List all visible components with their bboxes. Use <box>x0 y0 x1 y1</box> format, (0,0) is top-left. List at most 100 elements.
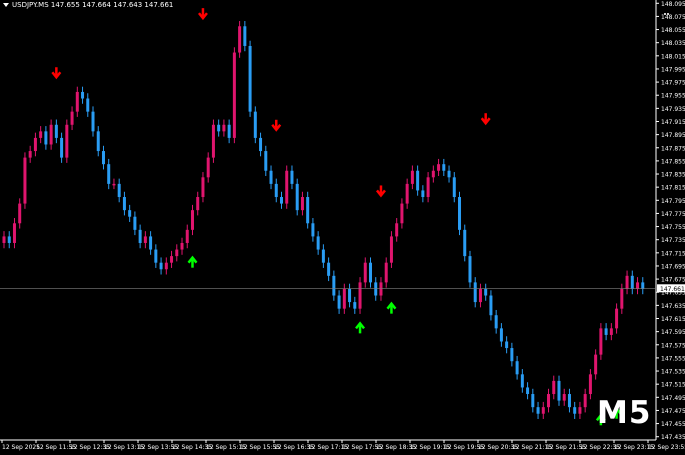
candle-body <box>300 197 304 211</box>
y-tick-label: 147.715 <box>661 250 685 257</box>
candle-body <box>28 151 32 158</box>
y-tick-label: 148.015 <box>661 53 685 60</box>
y-tick-label: 147.695 <box>661 263 685 270</box>
current-price-label: 147.661 <box>660 286 685 293</box>
candle-body <box>499 328 503 342</box>
candle-body <box>484 288 488 296</box>
candle-body <box>353 302 357 309</box>
candle-body <box>405 183 409 204</box>
y-tick-label: 147.755 <box>661 224 685 231</box>
candle-body <box>630 275 634 289</box>
candle-body <box>447 170 451 178</box>
candle-body <box>552 380 556 395</box>
candle-body <box>426 177 430 198</box>
candle-body <box>18 203 22 224</box>
candle-body <box>65 124 69 158</box>
y-tick-label: 147.895 <box>661 132 685 139</box>
candle-body <box>541 407 545 414</box>
x-tick-label: 12 Sep 23:55 <box>648 444 685 451</box>
candle-body <box>594 354 598 375</box>
candle-body <box>274 183 278 198</box>
candle-body <box>437 164 441 171</box>
candle-body <box>7 236 11 243</box>
candle-body <box>81 91 85 99</box>
y-tick-label: 147.835 <box>661 172 685 179</box>
candle-body <box>389 236 393 263</box>
down-arrow-signal-icon <box>271 119 282 132</box>
candle-body <box>154 249 158 263</box>
down-arrow-signal-icon <box>197 8 208 21</box>
candle-body <box>358 282 362 309</box>
ohlc-readout: 147.655 147.664 147.643 147.661 <box>50 1 174 9</box>
candle-body <box>332 275 336 296</box>
candle-body <box>342 288 346 309</box>
candle-body <box>578 407 582 414</box>
candle-body <box>395 223 399 237</box>
candle-body <box>348 288 352 303</box>
candle-body <box>536 407 540 414</box>
y-tick-label: 147.855 <box>661 158 685 165</box>
x-tick-label: 12 Sep 2025 <box>2 444 40 451</box>
y-tick-label: 148.035 <box>661 40 685 47</box>
up-arrow-signal-icon <box>386 301 397 314</box>
candle-body <box>384 262 388 283</box>
candle-body <box>363 262 367 283</box>
candle-body <box>211 124 215 158</box>
candle-body <box>374 282 378 296</box>
y-tick-label: 147.815 <box>661 185 685 192</box>
y-tick-label: 147.915 <box>661 119 685 126</box>
candle-body <box>259 137 263 152</box>
candle-body <box>463 229 467 257</box>
candle-body <box>285 170 289 204</box>
symbol-label: USDJPY.MS <box>12 1 49 9</box>
candle-body <box>60 137 64 158</box>
candle-body <box>290 170 294 184</box>
candle-body <box>91 111 95 132</box>
up-arrow-signal-icon <box>187 255 198 268</box>
y-tick-label: 147.995 <box>661 66 685 73</box>
price-chart[interactable]: 148.095148.075148.055148.035148.015147.9… <box>0 0 685 455</box>
candle-body <box>531 394 535 408</box>
candle-body <box>452 177 456 198</box>
y-tick-label: 147.535 <box>661 369 685 376</box>
candle-body <box>122 197 126 211</box>
candle-body <box>609 328 613 335</box>
candle-body <box>117 183 121 198</box>
y-tick-label: 147.735 <box>661 237 685 244</box>
candle-body <box>143 236 147 243</box>
candle-body <box>33 137 37 152</box>
candle-body <box>190 210 194 230</box>
candle-body <box>149 236 153 250</box>
candle-body <box>316 236 320 250</box>
candle-body <box>510 348 514 362</box>
dropdown-triangle-icon[interactable] <box>3 3 9 7</box>
candle-body <box>468 256 472 283</box>
y-tick-label: 147.475 <box>661 408 685 415</box>
down-arrow-signal-icon <box>480 113 491 126</box>
candle-body <box>248 45 252 112</box>
candle-body <box>243 26 247 46</box>
candle-body <box>180 242 184 250</box>
y-tick-label: 147.955 <box>661 93 685 100</box>
window-controls[interactable] <box>664 0 672 15</box>
candle-body <box>379 282 383 296</box>
candle-body <box>107 164 111 184</box>
y-tick-label: 147.675 <box>661 277 685 284</box>
candle-body <box>520 374 524 388</box>
candle-body <box>54 124 58 138</box>
candle-body <box>599 328 603 355</box>
y-tick-label: 147.455 <box>661 421 685 428</box>
candle-body <box>222 124 226 132</box>
candle-body <box>615 308 619 329</box>
candle-body <box>232 52 236 138</box>
candle-body <box>494 315 498 329</box>
candle-body <box>620 288 624 309</box>
candle-body <box>515 361 519 375</box>
candle-body <box>49 124 53 145</box>
y-tick-label: 147.495 <box>661 395 685 402</box>
candle-body <box>86 98 90 112</box>
y-tick-label: 147.555 <box>661 355 685 362</box>
candle-body <box>489 295 493 316</box>
y-tick-label: 147.615 <box>661 316 685 323</box>
candle-body <box>567 394 571 408</box>
